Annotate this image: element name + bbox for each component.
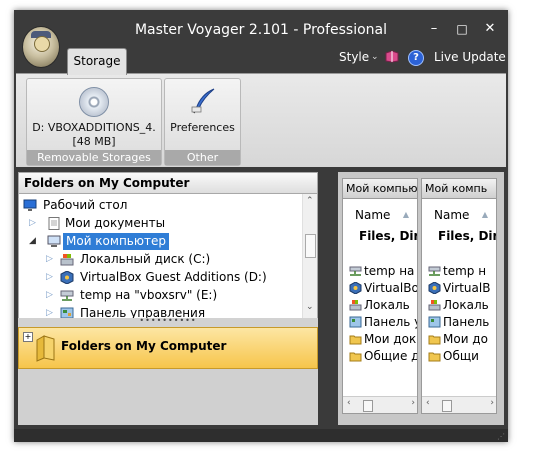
- list-item[interactable]: Мои до: [428, 331, 488, 348]
- desktop-icon: [23, 199, 37, 211]
- tab-storage[interactable]: Storage: [67, 48, 127, 75]
- group-caption-other: Other: [165, 150, 240, 165]
- control-panel-icon: [428, 316, 441, 328]
- expand-plus-icon[interactable]: +: [23, 332, 33, 342]
- ribbon: D: VBOXADDITIONS_4. [48 MB] Removable St…: [16, 73, 506, 167]
- network-drive-icon: [428, 266, 441, 276]
- list-item[interactable]: Общи: [428, 348, 479, 365]
- pane-2-column-name[interactable]: Name ▲: [422, 207, 496, 223]
- collapse-arrow-icon[interactable]: ◢: [29, 233, 39, 250]
- drive-icon: [428, 300, 441, 311]
- cd-drive-icon: [428, 282, 441, 294]
- scrollbar-thumb[interactable]: [363, 400, 373, 412]
- help-icon[interactable]: ?: [408, 50, 424, 66]
- folder-icon: [36, 335, 55, 362]
- expand-arrow-icon[interactable]: ▷: [29, 215, 39, 232]
- sort-ascending-icon: ▲: [402, 210, 409, 219]
- pane-splitter-grip[interactable]: ••••••••••: [18, 317, 318, 327]
- scrollbar-thumb[interactable]: [305, 234, 316, 258]
- tree-item-virtualbox-d[interactable]: ▷ VirtualBox Guest Additions (D:): [46, 269, 299, 286]
- style-menu[interactable]: Style: [339, 50, 369, 64]
- book-icon[interactable]: [385, 50, 399, 63]
- close-button[interactable]: ✕: [480, 20, 500, 38]
- status-bar: ⋰: [14, 429, 508, 442]
- expand-arrow-icon[interactable]: ▷: [46, 269, 56, 286]
- pane-2-group-header: Files, Dir: [438, 229, 497, 243]
- folders-on-my-computer-band[interactable]: + Folders on My Computer: [18, 327, 318, 369]
- preferences-button-label[interactable]: Preferences: [165, 121, 240, 135]
- folder-icon: [349, 335, 362, 345]
- network-drive-icon: [349, 266, 362, 276]
- scroll-right-icon[interactable]: ›: [411, 398, 415, 408]
- live-update-link[interactable]: Live Update: [434, 50, 506, 64]
- title-bar[interactable]: Master Voyager 2.101 - Professional – □ …: [14, 10, 508, 52]
- scroll-left-icon[interactable]: ‹: [426, 398, 430, 408]
- folders-pane: Folders on My Computer Рабочий стол ▷ Мо…: [18, 172, 318, 425]
- pane-1-header[interactable]: Мой компьютер: [343, 179, 417, 199]
- cd-drive-icon: [60, 271, 74, 284]
- tree-item-local-disk-c[interactable]: ▷ Локальный диск (C:): [46, 251, 299, 268]
- expand-arrow-icon[interactable]: ▷: [46, 287, 56, 304]
- tree-item-temp-vboxsrv-e[interactable]: ▷ temp на "vboxsrv" (E:): [46, 287, 299, 304]
- cd-drive-icon: [349, 282, 362, 294]
- list-item[interactable]: temp на: [349, 263, 414, 280]
- drive-icon: [60, 254, 74, 266]
- expand-arrow-icon[interactable]: ▷: [46, 305, 56, 318]
- list-item[interactable]: Локаль: [428, 297, 489, 314]
- scroll-left-icon[interactable]: ‹: [347, 398, 351, 408]
- group-removable-storages: D: VBOXADDITIONS_4. [48 MB] Removable St…: [26, 78, 162, 166]
- pane-1-group-header: Files, Dire: [359, 229, 417, 243]
- list-item[interactable]: Панель: [428, 314, 489, 331]
- tree-item-my-computer[interactable]: ◢ Мой компьютер: [29, 233, 299, 250]
- scroll-up-icon[interactable]: ⌃: [306, 196, 314, 206]
- maximize-button[interactable]: □: [452, 20, 472, 38]
- folders-pane-header: Folders on My Computer: [18, 172, 318, 194]
- folders-pane-empty-area: [18, 369, 318, 425]
- list-item[interactable]: temp н: [428, 263, 486, 280]
- pane-2-header[interactable]: Мой компь: [422, 179, 496, 199]
- file-list-pane-1[interactable]: Мой компьютер Name▲ Files, Dire temp на …: [342, 178, 418, 414]
- file-list-pane-2[interactable]: Мой компь Name ▲ Files, Dir temp н Virtua…: [421, 178, 497, 414]
- list-item[interactable]: Общие д: [349, 348, 417, 365]
- folder-tree[interactable]: Рабочий стол ▷ Мои документы ◢ Мой компь…: [18, 194, 318, 318]
- sort-ascending-icon: ▲: [481, 210, 488, 219]
- scroll-down-icon[interactable]: ⌄: [306, 302, 314, 312]
- pane-1-horizontal-scrollbar[interactable]: ‹ ›: [343, 396, 417, 413]
- scrollbar-thumb[interactable]: [442, 400, 452, 412]
- minimize-button[interactable]: –: [424, 20, 444, 38]
- app-window: Master Voyager 2.101 - Professional – □ …: [14, 10, 508, 442]
- list-item[interactable]: Мои док: [349, 331, 416, 348]
- app-menu-orb-icon[interactable]: [22, 26, 60, 68]
- list-item[interactable]: Панель у: [349, 314, 417, 331]
- group-other: Preferences Other: [164, 78, 241, 166]
- folder-icon: [428, 335, 441, 345]
- file-panes: Мой компьютер Name▲ Files, Dire temp на …: [338, 172, 504, 425]
- list-item[interactable]: VirtualB: [428, 280, 490, 297]
- documents-icon: [48, 217, 60, 230]
- pane-2-horizontal-scrollbar[interactable]: ‹ ›: [422, 396, 496, 413]
- tree-item-my-documents[interactable]: ▷ Мои документы: [29, 215, 299, 232]
- computer-icon: [47, 235, 61, 247]
- tree-item-desktop[interactable]: Рабочий стол: [23, 197, 303, 214]
- expand-arrow-icon[interactable]: ▷: [46, 251, 56, 268]
- pane-1-column-name[interactable]: Name ▲: [343, 207, 417, 223]
- group-caption-removable-storages: Removable Storages: [27, 150, 161, 165]
- storage-button-label[interactable]: D: VBOXADDITIONS_4.: [27, 121, 161, 135]
- control-panel-icon: [349, 316, 362, 328]
- drive-icon: [349, 300, 362, 311]
- resize-grip-icon[interactable]: ⋰: [497, 432, 505, 441]
- folder-icon: [428, 352, 441, 362]
- network-drive-icon: [60, 290, 74, 301]
- list-item[interactable]: Локаль: [349, 297, 410, 314]
- list-item[interactable]: VirtualBo: [349, 280, 417, 297]
- control-panel-icon: [60, 307, 74, 318]
- quill-pen-icon[interactable]: [189, 87, 217, 115]
- tree-vertical-scrollbar[interactable]: ⌃ ⌄: [302, 194, 317, 318]
- scroll-right-icon[interactable]: ›: [490, 398, 494, 408]
- storage-button-size: [48 MB]: [72, 135, 116, 148]
- cd-disc-icon[interactable]: [79, 87, 109, 117]
- folder-icon: [349, 352, 362, 362]
- chevron-down-icon[interactable]: ⌄: [371, 52, 379, 62]
